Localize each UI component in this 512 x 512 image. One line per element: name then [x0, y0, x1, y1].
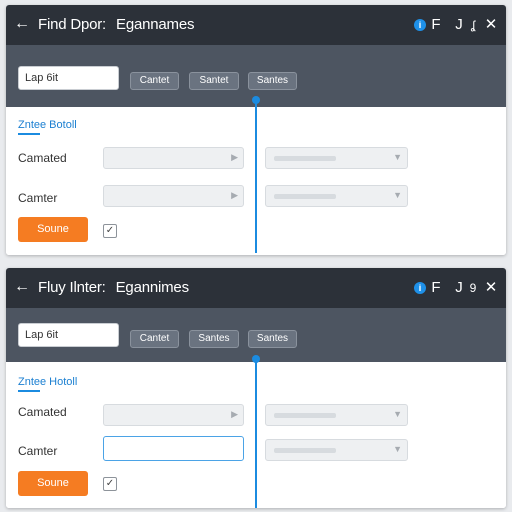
j-button[interactable]: J: [454, 16, 464, 34]
section-title-text: Zntee Botoll: [18, 119, 77, 131]
chevron-down-icon: ▼: [393, 409, 402, 419]
toolbar-button-1[interactable]: Cantet: [130, 72, 179, 90]
chevron-right-icon: ▶: [231, 152, 238, 162]
toolbar-button-2[interactable]: Santes: [189, 330, 239, 348]
window-top: ← Find Dpor: Egannames i F J ʆ ✕ Lap 6it …: [6, 5, 506, 255]
search-input[interactable]: Lap 6it: [18, 66, 119, 90]
placeholder-bar: [274, 413, 336, 418]
section-underline: [18, 390, 40, 392]
f-button[interactable]: F: [430, 16, 442, 34]
form-area: Zntee Botoll Camated ▶ ▼ Camter ▶ ▼ Soun…: [6, 96, 506, 255]
f-button[interactable]: F: [430, 279, 442, 297]
row2-label: Camter: [18, 444, 58, 458]
drag-divider[interactable]: [252, 355, 260, 508]
title-primary: Find Dpor:: [38, 16, 107, 33]
row1-select-right[interactable]: ▼: [265, 404, 408, 426]
drag-divider[interactable]: [252, 96, 260, 253]
window-title: Find Dpor: Egannames: [38, 16, 194, 33]
toolbar-button-1[interactable]: Cantet: [130, 330, 179, 348]
back-arrow-icon[interactable]: ←: [13, 277, 31, 297]
placeholder-bar: [274, 194, 336, 199]
title-bar: ← Fluy Ilnter: Egannimes i F J 9 ✕: [6, 268, 506, 308]
window-title: Fluy Ilnter: Egannimes: [38, 279, 189, 296]
row1-select-right[interactable]: ▼: [265, 147, 408, 169]
toolbar-button-3[interactable]: Santes: [248, 330, 297, 348]
j-button[interactable]: J: [454, 279, 464, 297]
section-title-text: Zntee Hotoll: [18, 376, 78, 388]
row2-select-left[interactable]: ▶: [103, 185, 244, 207]
window-bottom: ← Fluy Ilnter: Egannimes i F J 9 ✕ Lap 6i…: [6, 268, 506, 508]
placeholder-bar: [274, 156, 336, 161]
chevron-right-icon: ▶: [231, 409, 238, 419]
toolbar-button-2[interactable]: Santet: [189, 72, 239, 90]
title-bar: ← Find Dpor: Egannames i F J ʆ ✕: [6, 5, 506, 45]
info-icon[interactable]: i: [414, 282, 426, 294]
row1-label: Camated: [18, 405, 67, 419]
source-button[interactable]: Soune: [18, 471, 88, 496]
title-secondary: Egannames: [116, 16, 195, 33]
title-primary: Fluy Ilnter:: [38, 279, 106, 296]
s-button[interactable]: 9: [468, 279, 478, 297]
checkbox[interactable]: ✓: [103, 224, 117, 238]
chevron-down-icon: ▼: [393, 152, 402, 162]
divider-handle-icon[interactable]: [252, 355, 260, 363]
row1-label: Camated: [18, 151, 67, 165]
chevron-down-icon: ▼: [393, 190, 402, 200]
divider-handle-icon[interactable]: [252, 96, 260, 104]
back-arrow-icon[interactable]: ←: [13, 14, 31, 34]
section-title: Zntee Hotoll: [18, 376, 78, 392]
title-secondary: Egannimes: [115, 279, 189, 296]
section-underline: [18, 133, 40, 135]
search-input[interactable]: Lap 6it: [18, 323, 119, 347]
close-icon[interactable]: ✕: [484, 16, 498, 34]
toolbar-button-3[interactable]: Santes: [248, 72, 297, 90]
s-button[interactable]: ʆ: [468, 16, 478, 34]
close-icon[interactable]: ✕: [484, 279, 498, 297]
chevron-down-icon: ▼: [393, 444, 402, 454]
info-icon[interactable]: i: [414, 19, 426, 31]
row2-select-right[interactable]: ▼: [265, 185, 408, 207]
row2-select-right[interactable]: ▼: [265, 439, 408, 461]
source-button[interactable]: Soune: [18, 217, 88, 242]
checkbox[interactable]: ✓: [103, 477, 117, 491]
row2-label: Camter: [18, 191, 58, 205]
row1-select-left[interactable]: ▶: [103, 404, 244, 426]
section-title: Zntee Botoll: [18, 119, 77, 135]
row1-select-left[interactable]: ▶: [103, 147, 244, 169]
chevron-right-icon: ▶: [231, 190, 238, 200]
placeholder-bar: [274, 448, 336, 453]
row2-text-input[interactable]: [103, 436, 244, 461]
form-area: Zntee Hotoll Camated ▶ ▼ Camter ▼ Soune …: [6, 355, 506, 508]
